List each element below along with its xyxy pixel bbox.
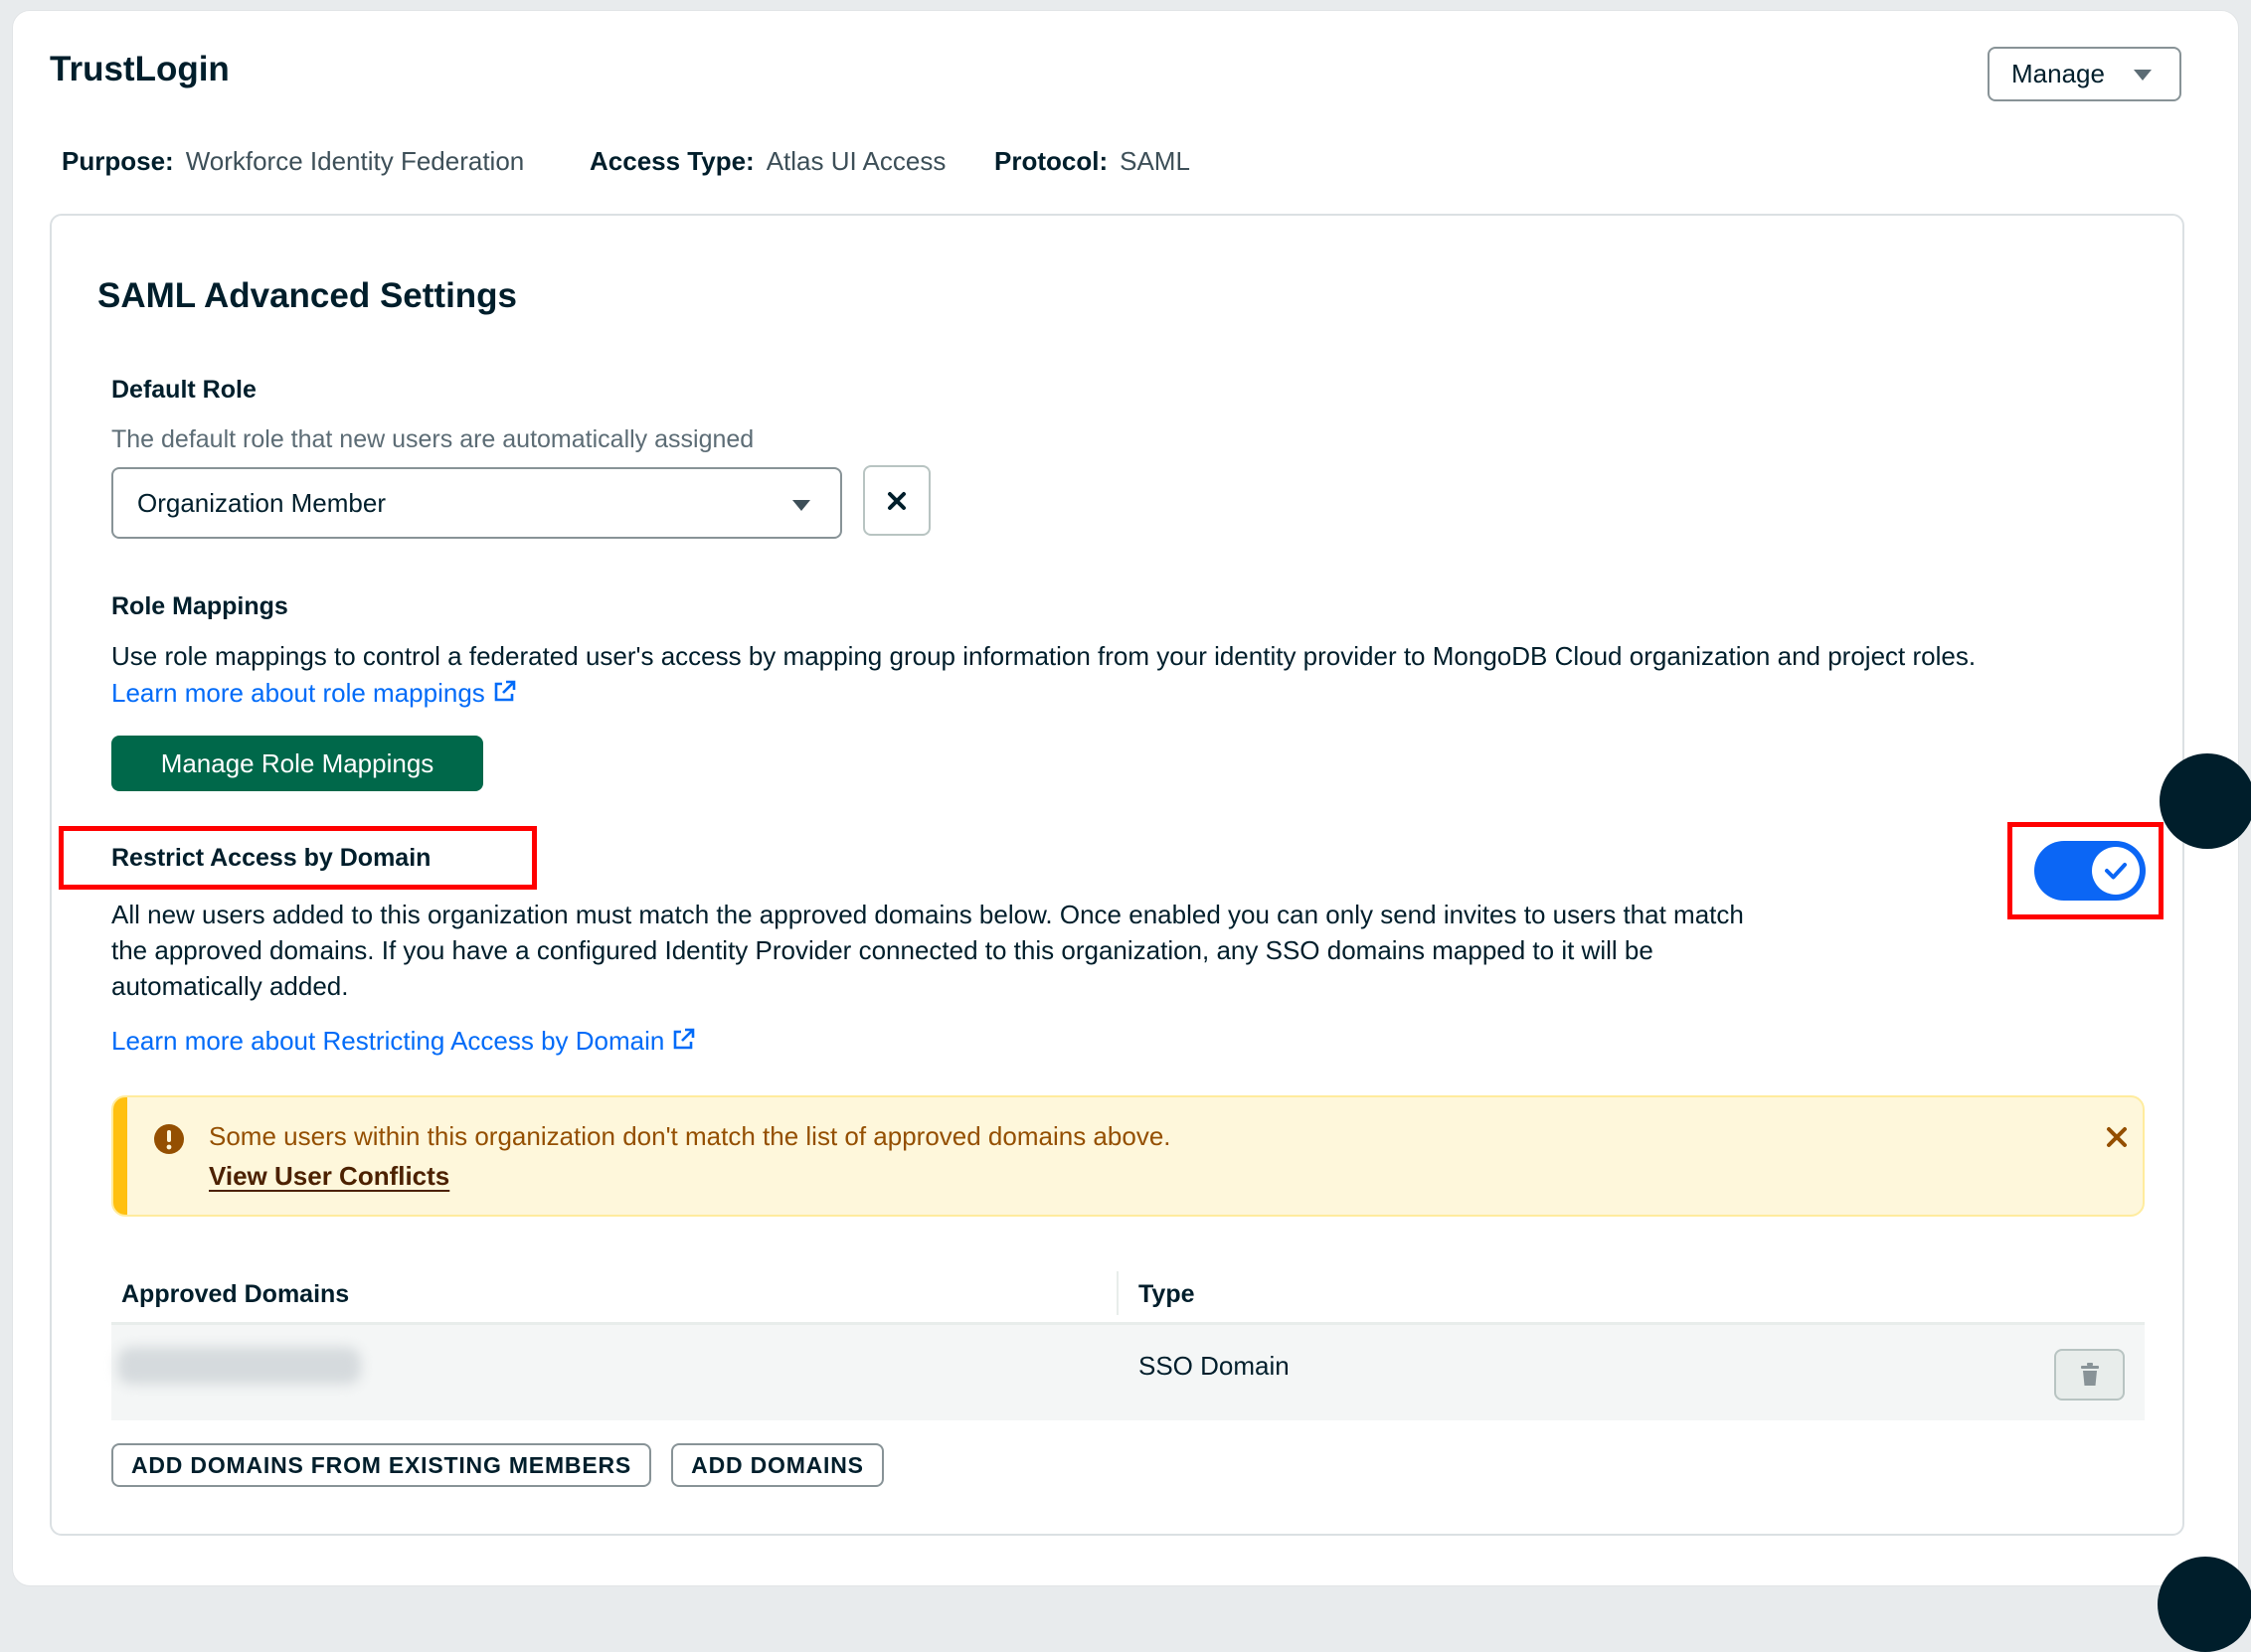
external-link-icon [494,680,516,702]
restrict-access-link-text: Learn more about Restricting Access by D… [111,1026,665,1056]
access-type-meta: Access Type: Atlas UI Access [590,146,946,177]
domain-conflict-banner: Some users within this organization don'… [111,1095,2145,1217]
check-icon [2105,863,2127,880]
page-title: TrustLogin [50,50,230,88]
column-divider [1117,1271,1119,1315]
delete-domain-button[interactable] [2054,1349,2125,1401]
default-role-description: The default role that new users are auto… [111,425,755,453]
default-role-value: Organization Member [137,487,386,518]
table-row [111,1325,2145,1420]
column-header-type: Type [1138,1280,1195,1308]
view-user-conflicts-link[interactable]: View User Conflicts [209,1161,449,1192]
restrict-access-toggle[interactable] [2034,841,2146,901]
warning-circle-icon [154,1124,184,1154]
manage-dropdown-button[interactable]: Manage [1988,47,2181,101]
access-type-label: Access Type: [590,146,755,176]
role-mappings-label: Role Mappings [111,592,288,620]
settings-title: SAML Advanced Settings [97,276,518,315]
floating-circle-button[interactable] [2160,753,2251,849]
restrict-access-label: Restrict Access by Domain [111,844,432,872]
add-domains-from-members-button[interactable]: ADD DOMAINS FROM EXISTING MEMBERS [111,1443,651,1487]
chat-circle-button[interactable] [2158,1557,2251,1652]
close-icon [888,491,906,510]
purpose-label: Purpose: [62,146,174,176]
manage-button-label: Manage [2011,59,2105,88]
role-mappings-link-text: Learn more about role mappings [111,678,485,708]
role-mappings-description: Use role mappings to control a federated… [111,641,1977,671]
close-icon[interactable] [2105,1125,2129,1149]
banner-stripe [113,1097,127,1215]
restrict-access-description-line2: the approved domains. If you have a conf… [111,935,1653,965]
purpose-meta: Purpose: Workforce Identity Federation [62,146,524,177]
column-header-approved-domains: Approved Domains [121,1280,350,1308]
restrict-access-description-line1: All new users added to this organization… [111,900,1744,929]
redacted-domain [117,1347,361,1385]
protocol-meta: Protocol: SAML [994,146,1190,177]
row-type-cell: SSO Domain [1138,1351,1290,1381]
restrict-access-learn-more-link[interactable]: Learn more about Restricting Access by D… [111,1026,696,1057]
add-domains-button[interactable]: ADD DOMAINS [671,1443,884,1487]
toggle-knob [2092,847,2140,895]
manage-role-mappings-button[interactable]: Manage Role Mappings [111,736,483,791]
banner-message: Some users within this organization don'… [209,1121,1171,1151]
trash-icon [2080,1363,2099,1386]
protocol-label: Protocol: [994,146,1109,176]
role-mappings-learn-more-link[interactable]: Learn more about role mappings [111,678,517,709]
access-type-value: Atlas UI Access [766,146,947,176]
caret-down-icon [2134,70,2152,81]
default-role-select[interactable]: Organization Member [111,467,842,539]
caret-down-icon [792,500,810,511]
external-link-icon [674,1028,695,1050]
restrict-access-description-line3: automatically added. [111,971,349,1001]
purpose-value: Workforce Identity Federation [185,146,525,176]
protocol-value: SAML [1120,146,1190,176]
clear-default-role-button[interactable] [863,465,931,536]
default-role-label: Default Role [111,376,257,404]
